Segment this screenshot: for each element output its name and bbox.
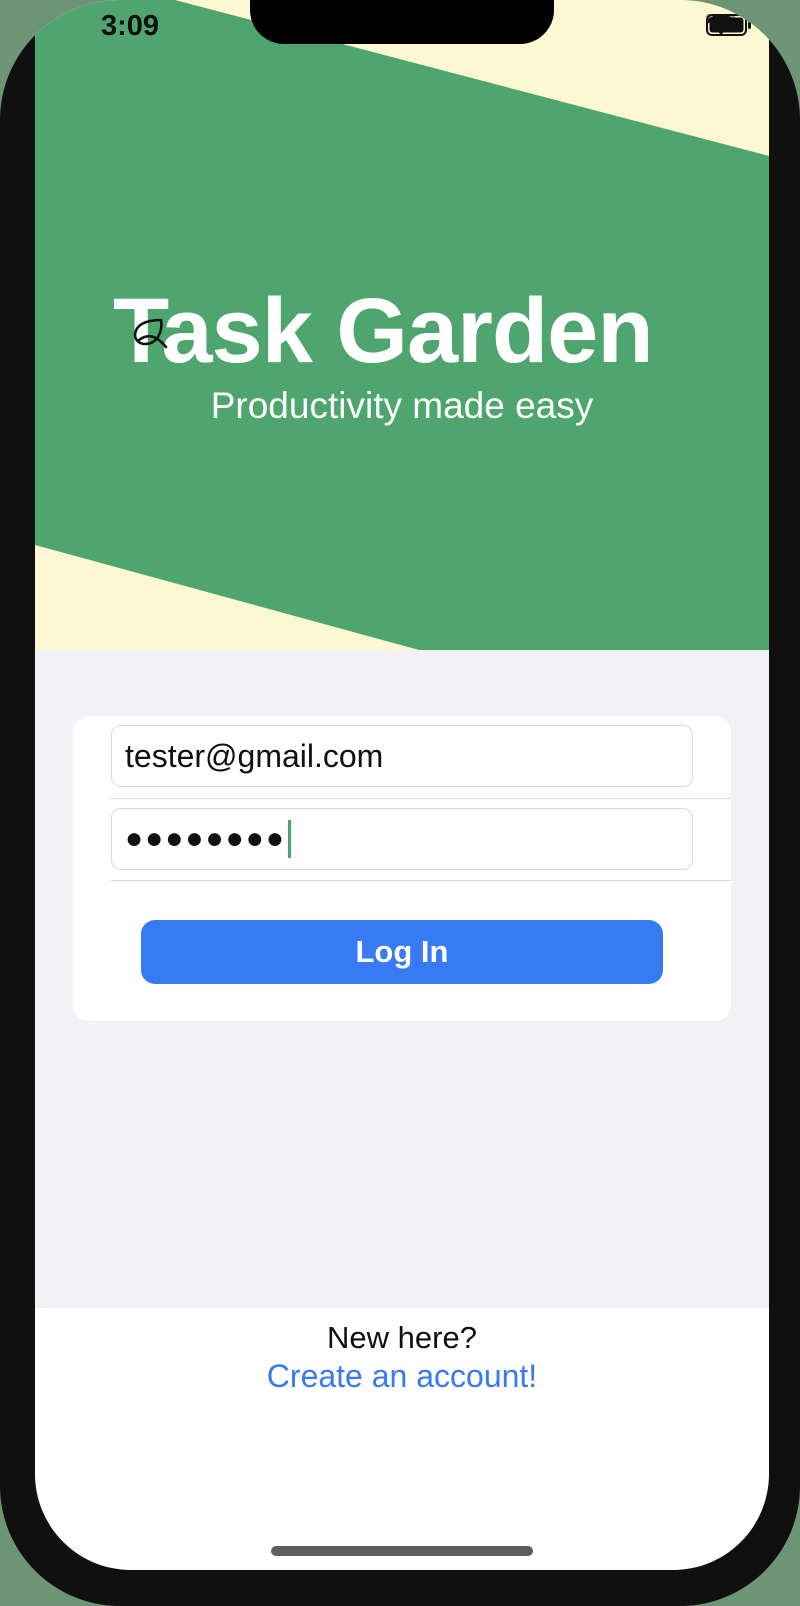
login-area: tester@gmail.com ●●●●●●●● Log In	[35, 650, 769, 1308]
status-time: 3:09	[101, 10, 160, 42]
screen: 3:09 Task Garden Productivity made easy …	[35, 0, 769, 1570]
email-value: tester@gmail.com	[125, 737, 384, 774]
leaf-icon	[133, 318, 168, 349]
camera-notch	[250, 0, 554, 44]
new-here-label: New here?	[327, 1320, 477, 1355]
password-value: ●●●●●●●●	[125, 822, 286, 855]
hero-banner: 3:09 Task Garden Productivity made easy	[35, 0, 769, 650]
create-account-link[interactable]: Create an account!	[35, 1358, 769, 1395]
login-button[interactable]: Log In	[141, 920, 663, 984]
battery-icon	[706, 14, 751, 36]
divider	[111, 798, 731, 799]
title-row: Task Garden	[113, 278, 654, 384]
app-title: Task Garden	[113, 280, 654, 382]
home-indicator[interactable]	[271, 1546, 533, 1556]
email-field[interactable]: tester@gmail.com	[111, 725, 693, 787]
text-cursor	[287, 820, 291, 858]
password-field[interactable]: ●●●●●●●●	[111, 808, 693, 870]
divider	[111, 880, 731, 881]
login-card: tester@gmail.com ●●●●●●●● Log In	[73, 716, 731, 1021]
status-icons	[706, 14, 751, 36]
phone-frame: 3:09 Task Garden Productivity made easy …	[0, 0, 800, 1606]
app-subtitle: Productivity made easy	[210, 385, 594, 426]
